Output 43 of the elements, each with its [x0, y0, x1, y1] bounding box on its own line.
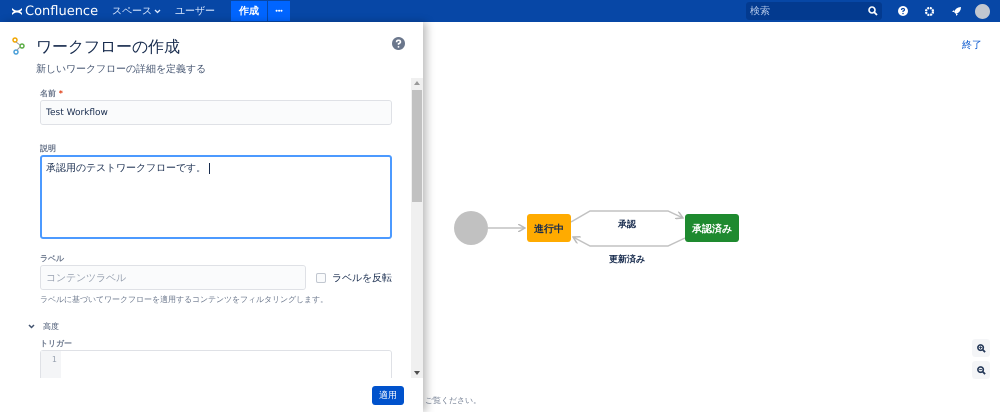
field-label: 説明 [40, 144, 56, 153]
zoom-in-button[interactable] [972, 339, 990, 357]
dialog-subtitle: 新しいワークフローの詳細を定義する [36, 62, 207, 76]
field-label: 名前 [40, 89, 56, 98]
avatar[interactable] [975, 4, 990, 18]
nav-link[interactable]: ユーザー [175, 4, 216, 18]
zoom-out-button[interactable] [972, 361, 990, 379]
description-field[interactable]: 承認用のテストワークフローです。 [40, 155, 392, 239]
checkbox-label: ラベルを反転 [332, 272, 392, 284]
apply-button[interactable]: 適用 [372, 386, 404, 405]
scroll-down-icon[interactable] [414, 371, 420, 375]
logo[interactable]: Confluence [12, 4, 98, 18]
required-mark: * [58, 89, 63, 98]
zoom-in-icon [976, 344, 986, 352]
state-node[interactable]: 承認済み [685, 214, 739, 242]
exit-link[interactable]: 終了 [962, 38, 982, 52]
nav-link[interactable]: スペース [112, 4, 162, 18]
help-icon[interactable] [392, 37, 405, 50]
transition-label: 承認 [618, 220, 636, 230]
hint-text: ご覧ください。 [425, 395, 481, 406]
scrollbar[interactable] [411, 78, 423, 378]
line-number: 1 [50, 355, 57, 364]
help-text: ラベルに基づいてワークフローを適用するコンテンツをフィルタリングします。 [40, 294, 329, 305]
transition-label: 更新済み [609, 255, 645, 265]
search-icon [868, 6, 878, 16]
name-field[interactable]: Test Workflow [40, 100, 392, 125]
start-node [454, 211, 488, 245]
workflow-icon [12, 37, 26, 55]
chevron-icon[interactable] [28, 324, 35, 329]
section-toggle[interactable]: 高度 [43, 321, 59, 332]
zoom-out-icon [976, 366, 986, 374]
connector-arrow [488, 223, 526, 233]
field-label: ラベル [40, 254, 64, 263]
logo-icon [12, 6, 22, 16]
help-icon[interactable] [898, 6, 908, 16]
state-node[interactable]: 進行中 [527, 214, 571, 242]
settings-icon[interactable] [924, 6, 935, 16]
create-button[interactable]: 作成 [231, 1, 268, 21]
field-label: トリガー [40, 339, 72, 348]
dialog-title: ワークフローの作成 [36, 37, 181, 58]
checkbox[interactable] [316, 272, 326, 282]
search-field[interactable]: 検索 [746, 2, 882, 20]
rocket-icon[interactable] [951, 6, 962, 16]
